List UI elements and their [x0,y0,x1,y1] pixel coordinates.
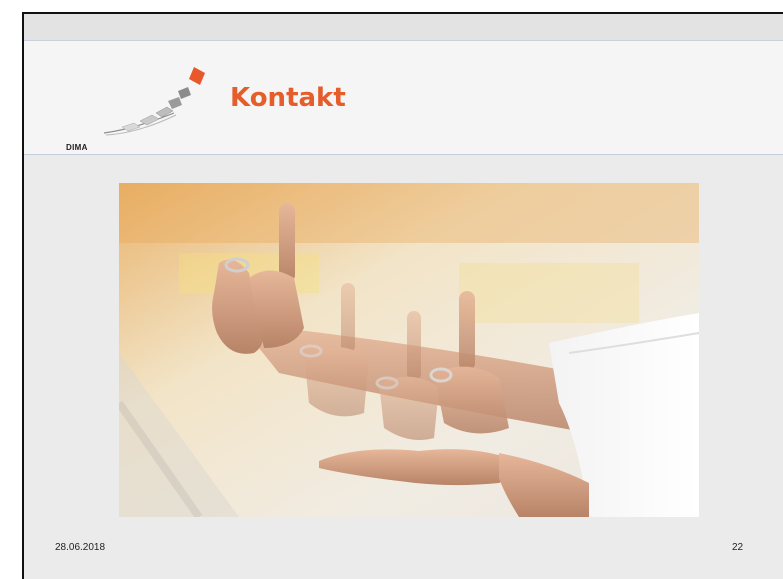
logo-text: DIMA [66,143,88,152]
slide: DIMA Kontakt 28.06.2018 22 [22,12,783,579]
slide-header: DIMA Kontakt [24,41,783,155]
dima-logo-icon [103,67,205,136]
footer-date: 28.06.2018 [55,542,106,553]
hands-photo-icon [119,183,699,517]
slide-title: Kontakt [230,83,346,113]
slide-top-bar [24,14,783,41]
page-number: 22 [732,542,744,553]
